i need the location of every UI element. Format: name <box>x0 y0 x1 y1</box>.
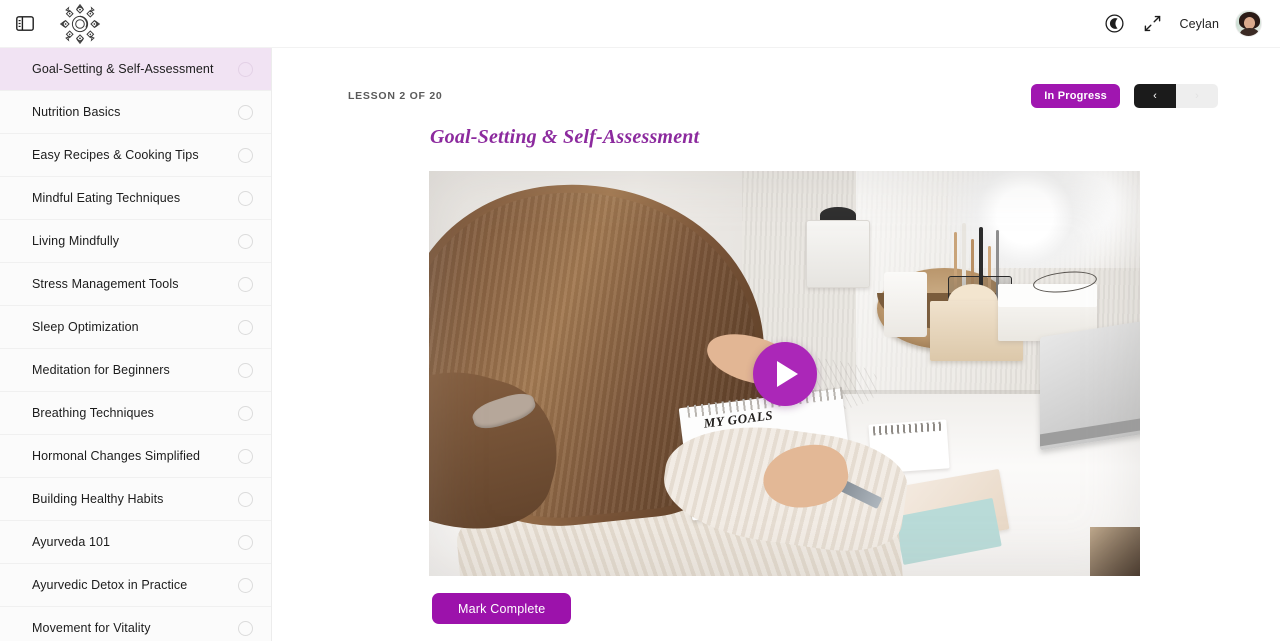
lesson-sidebar[interactable]: Goal-Setting & Self-Assessment Nutrition … <box>0 48 272 641</box>
sidebar-item[interactable]: Sleep Optimization <box>0 306 271 349</box>
lesson-complete-checkbox[interactable] <box>238 448 253 464</box>
sidebar-item-label: Hormonal Changes Simplified <box>32 449 201 463</box>
sidebar-item[interactable]: Stress Management Tools <box>0 263 271 306</box>
lesson-player-app: Ceylan Goal-Setting & Self-Assessment Nut… <box>0 0 1280 641</box>
lesson-complete-checkbox[interactable] <box>238 104 253 120</box>
sidebar-item-label: Ayurveda 101 <box>32 535 111 549</box>
mandala-logo-icon[interactable] <box>58 2 102 46</box>
sidebar-item-label: Building Healthy Habits <box>32 492 164 506</box>
lesson-complete-checkbox[interactable] <box>238 491 253 507</box>
lesson-complete-checkbox[interactable] <box>238 577 253 593</box>
status-badge: In Progress <box>1031 84 1120 108</box>
sidebar-item[interactable]: Nutrition Basics <box>0 91 271 134</box>
sidebar-item[interactable]: Goal-Setting & Self-Assessment <box>0 48 271 91</box>
sidebar-toggle-icon[interactable] <box>14 14 36 34</box>
sidebar-item[interactable]: Meditation for Beginners <box>0 349 271 392</box>
top-bar: Ceylan <box>0 0 1280 48</box>
sidebar-item-label: Meditation for Beginners <box>32 363 170 377</box>
sidebar-item[interactable]: Building Healthy Habits <box>0 478 271 521</box>
lesson-complete-checkbox[interactable] <box>238 190 253 206</box>
sidebar-item-label: Movement for Vitality <box>32 621 151 635</box>
sidebar-item[interactable]: Breathing Techniques <box>0 392 271 435</box>
lesson-header: LESSON 2 OF 20 In Progress ‹ › <box>348 84 1218 116</box>
sidebar-item-label: Ayurvedic Detox in Practice <box>32 578 188 592</box>
lesson-main-content: LESSON 2 OF 20 In Progress ‹ › Goal-Sett… <box>272 48 1280 641</box>
play-button-icon[interactable] <box>752 341 817 406</box>
previous-lesson-button[interactable]: ‹ <box>1134 84 1176 108</box>
lesson-complete-checkbox[interactable] <box>238 362 253 378</box>
sidebar-item-label: Mindful Eating Techniques <box>32 191 181 205</box>
sidebar-item[interactable]: Hormonal Changes Simplified <box>0 435 271 478</box>
sidebar-item-label: Stress Management Tools <box>32 277 179 291</box>
dark-mode-moon-icon[interactable] <box>1103 13 1125 35</box>
lesson-counter: LESSON 2 OF 20 <box>348 90 443 102</box>
lesson-complete-checkbox[interactable] <box>238 534 253 550</box>
sidebar-item[interactable]: Easy Recipes & Cooking Tips <box>0 134 271 177</box>
lesson-complete-checkbox[interactable] <box>238 61 253 77</box>
sidebar-item-label: Easy Recipes & Cooking Tips <box>32 148 199 162</box>
sidebar-item-label: Nutrition Basics <box>32 105 121 119</box>
lesson-complete-checkbox[interactable] <box>238 405 253 421</box>
page-title: Goal-Setting & Self-Assessment <box>430 126 700 148</box>
avatar[interactable] <box>1235 10 1262 37</box>
sidebar-item[interactable]: Ayurveda 101 <box>0 521 271 564</box>
user-name-label: Ceylan <box>1179 16 1219 31</box>
topbar-actions: Ceylan <box>1103 10 1262 37</box>
sidebar-item-label: Goal-Setting & Self-Assessment <box>32 62 214 76</box>
lesson-complete-checkbox[interactable] <box>238 147 253 163</box>
sidebar-item-label: Breathing Techniques <box>32 406 154 420</box>
lesson-complete-checkbox[interactable] <box>238 319 253 335</box>
sidebar-item-label: Living Mindfully <box>32 234 120 248</box>
lesson-complete-checkbox[interactable] <box>238 276 253 292</box>
lesson-video-player[interactable]: MY GOALS <box>429 171 1140 576</box>
lesson-complete-checkbox[interactable] <box>238 233 253 249</box>
lesson-nav-buttons: ‹ › <box>1134 84 1218 108</box>
sidebar-item-label: Sleep Optimization <box>32 320 139 334</box>
lesson-header-actions: In Progress ‹ › <box>1031 84 1218 108</box>
expand-arrows-icon[interactable] <box>1141 13 1163 35</box>
mark-complete-button[interactable]: Mark Complete <box>432 593 572 624</box>
sidebar-item[interactable]: Living Mindfully <box>0 220 271 263</box>
lesson-complete-checkbox[interactable] <box>238 620 253 636</box>
sidebar-item[interactable]: Movement for Vitality <box>0 607 271 641</box>
sidebar-item[interactable]: Ayurvedic Detox in Practice <box>0 564 271 607</box>
sidebar-item[interactable]: Mindful Eating Techniques <box>0 177 271 220</box>
next-lesson-button[interactable]: › <box>1176 84 1218 108</box>
